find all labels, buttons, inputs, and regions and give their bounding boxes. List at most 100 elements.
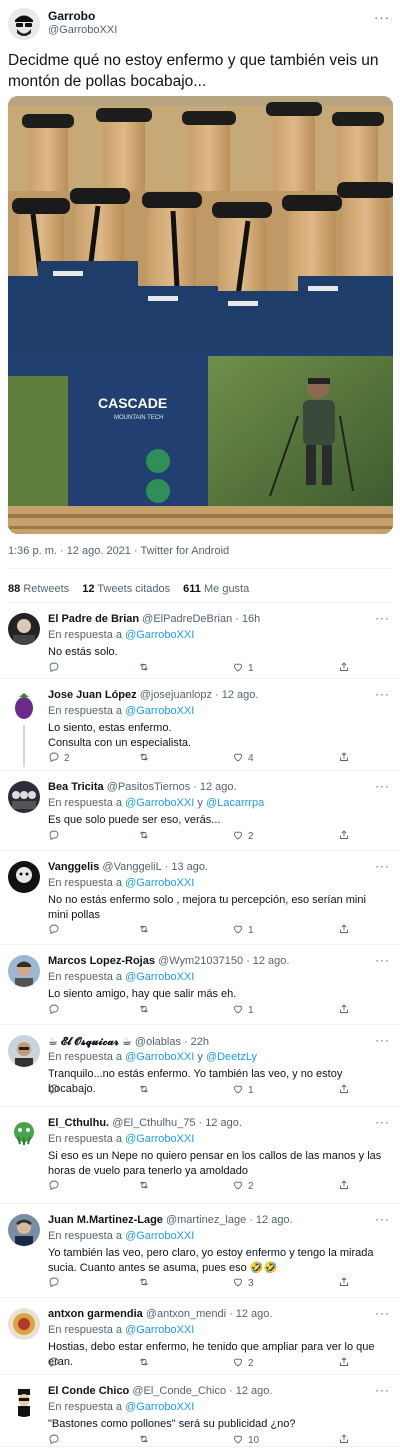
more-options-icon[interactable]: ··· xyxy=(375,1383,390,1397)
share-button[interactable] xyxy=(338,829,350,843)
retweet-button[interactable] xyxy=(138,1356,154,1370)
reply-button[interactable] xyxy=(48,1433,64,1447)
retweet-button[interactable] xyxy=(138,1083,154,1097)
reply-item[interactable]: Juan M.Martinez-Lage @martinez_lage · 12 a… xyxy=(0,1204,400,1298)
share-button[interactable] xyxy=(338,1179,350,1193)
share-button[interactable] xyxy=(338,1083,350,1097)
retweet-button[interactable] xyxy=(138,1003,154,1017)
reply-author-name[interactable]: Marcos Lopez-Rojas xyxy=(48,955,155,967)
reply-time[interactable]: 12 ago. xyxy=(236,1385,273,1397)
reply-item[interactable]: Vanggelis @VanggeliL · 13 ago. ··· En respue… xyxy=(0,851,400,945)
reply-time[interactable]: 13 ago. xyxy=(171,861,208,873)
avatar[interactable] xyxy=(8,955,40,987)
like-button[interactable]: 1 xyxy=(232,661,254,675)
avatar[interactable] xyxy=(8,1308,40,1340)
tweet-timestamp[interactable]: 1:36 p. m. · 12 ago. 2021 · Twitter for … xyxy=(8,545,229,557)
reply-author-name[interactable]: El Padre de Brian xyxy=(48,613,139,625)
tweet-photo[interactable]: CASCADE MOUNTAIN TECH xyxy=(8,96,393,534)
like-button[interactable]: 2 xyxy=(232,829,254,843)
share-button[interactable] xyxy=(338,751,350,765)
avatar[interactable] xyxy=(8,861,40,893)
reply-to-link[interactable]: @GarroboXXI xyxy=(125,1230,194,1242)
avatar[interactable] xyxy=(8,1385,40,1417)
reply-time[interactable]: 12 ago. xyxy=(205,1117,242,1129)
share-button[interactable] xyxy=(338,1003,350,1017)
reply-time[interactable]: 12 ago. xyxy=(236,1308,273,1320)
reply-author-handle[interactable]: @josejuanlopz xyxy=(140,689,212,701)
reply-author-handle[interactable]: @ElPadreDeBrian xyxy=(142,613,232,625)
like-button[interactable]: 2 xyxy=(232,1356,254,1370)
reply-author-handle[interactable]: @El_Conde_Chico xyxy=(132,1385,226,1397)
reply-item[interactable]: antxon garmendia @antxon_mendi · 12 ago. ··… xyxy=(0,1298,400,1375)
reply-author-name[interactable]: ☕ 𝓔𝓵 𝓞𝓼𝓺𝓾𝓲𝓬𝓪𝓻 ☕ xyxy=(48,1036,132,1048)
retweet-button[interactable] xyxy=(138,751,154,765)
reply-to-link-2[interactable]: @DeetzLy xyxy=(206,1051,257,1063)
reply-author-handle[interactable]: @VanggeliL xyxy=(102,861,161,873)
more-options-icon[interactable]: ··· xyxy=(375,687,390,701)
retweet-button[interactable] xyxy=(138,1433,154,1447)
reply-to-link[interactable]: @GarroboXXI xyxy=(125,1051,194,1063)
more-options-icon[interactable]: ··· xyxy=(375,1212,390,1226)
like-button[interactable]: 10 xyxy=(232,1433,259,1447)
reply-button[interactable]: 2 xyxy=(48,751,70,765)
more-options-icon[interactable]: ··· xyxy=(374,10,390,25)
like-button[interactable]: 1 xyxy=(232,923,254,937)
user-handle[interactable]: @GarroboXXI xyxy=(48,24,117,36)
display-name[interactable]: Garrobo xyxy=(48,9,95,23)
share-button[interactable] xyxy=(338,1276,350,1290)
reply-to-link-2[interactable]: @Lacarrrpa xyxy=(206,797,264,809)
reply-button[interactable] xyxy=(48,1276,64,1290)
retweet-button[interactable] xyxy=(138,1179,154,1193)
retweets-stat[interactable]: 88 Retweets xyxy=(8,583,69,595)
reply-item[interactable]: El Conde Chico @El_Conde_Chico · 12 ago. ··… xyxy=(0,1375,400,1447)
avatar[interactable] xyxy=(8,8,40,40)
like-button[interactable]: 1 xyxy=(232,1083,254,1097)
reply-button[interactable] xyxy=(48,923,64,937)
reply-author-handle[interactable]: @martinez_lage xyxy=(166,1214,246,1226)
reply-button[interactable] xyxy=(48,1179,64,1193)
share-button[interactable] xyxy=(338,661,350,675)
reply-time[interactable]: 12 ago. xyxy=(222,689,259,701)
retweet-button[interactable] xyxy=(138,1276,154,1290)
reply-author-name[interactable]: El Conde Chico xyxy=(48,1385,129,1397)
more-options-icon[interactable]: ··· xyxy=(375,779,390,793)
reply-author-name[interactable]: Vanggelis xyxy=(48,861,99,873)
reply-author-handle[interactable]: @olablas xyxy=(135,1036,181,1048)
reply-to-link[interactable]: @GarroboXXI xyxy=(125,1324,194,1336)
reply-author-name[interactable]: El_Cthulhu. xyxy=(48,1117,109,1129)
more-options-icon[interactable]: ··· xyxy=(375,953,390,967)
retweet-button[interactable] xyxy=(138,923,154,937)
avatar[interactable] xyxy=(8,1214,40,1246)
more-options-icon[interactable]: ··· xyxy=(375,611,390,625)
reply-item[interactable]: Bea Tricita @PasitosTiernos · 12 ago. ··· En… xyxy=(0,771,400,851)
like-button[interactable]: 1 xyxy=(232,1003,254,1017)
reply-time[interactable]: 12 ago. xyxy=(253,955,290,967)
reply-button[interactable] xyxy=(48,661,64,675)
avatar[interactable] xyxy=(8,781,40,813)
reply-to-link[interactable]: @GarroboXXI xyxy=(125,705,194,717)
reply-item[interactable]: Jose Juan López @josejuanlopz · 12 ago. ···… xyxy=(0,679,400,771)
reply-item[interactable]: El_Cthulhu. @El_Cthulhu_75 · 12 ago. ··· En … xyxy=(0,1107,400,1204)
like-button[interactable]: 4 xyxy=(232,751,254,765)
retweet-button[interactable] xyxy=(138,661,154,675)
reply-item[interactable]: ☕ 𝓔𝓵 𝓞𝓼𝓺𝓾𝓲𝓬𝓪𝓻 ☕ @olablas · 22h ··· En respue… xyxy=(0,1025,400,1107)
reply-to-link[interactable]: @GarroboXXI xyxy=(125,1401,194,1413)
more-options-icon[interactable]: ··· xyxy=(375,1033,390,1047)
avatar[interactable] xyxy=(8,1035,40,1067)
reply-author-handle[interactable]: @El_Cthulhu_75 xyxy=(112,1117,195,1129)
reply-item[interactable]: Marcos Lopez-Rojas @Wym21037150 · 12 ago. ·… xyxy=(0,945,400,1025)
reply-button[interactable] xyxy=(48,1356,64,1370)
reply-button[interactable] xyxy=(48,1003,64,1017)
avatar[interactable] xyxy=(8,689,40,721)
likes-stat[interactable]: 611 Me gusta xyxy=(183,583,249,595)
reply-time[interactable]: 12 ago. xyxy=(256,1214,293,1226)
reply-to-link[interactable]: @GarroboXXI xyxy=(125,877,194,889)
reply-button[interactable] xyxy=(48,1083,64,1097)
reply-item[interactable]: El Padre de Brian @ElPadreDeBrian · 16h ···… xyxy=(0,603,400,679)
share-button[interactable] xyxy=(338,1356,350,1370)
avatar[interactable] xyxy=(8,1117,40,1149)
reply-author-name[interactable]: Jose Juan López xyxy=(48,689,137,701)
reply-to-link[interactable]: @GarroboXXI xyxy=(125,629,194,641)
reply-author-name[interactable]: antxon garmendia xyxy=(48,1308,143,1320)
avatar[interactable] xyxy=(8,613,40,645)
